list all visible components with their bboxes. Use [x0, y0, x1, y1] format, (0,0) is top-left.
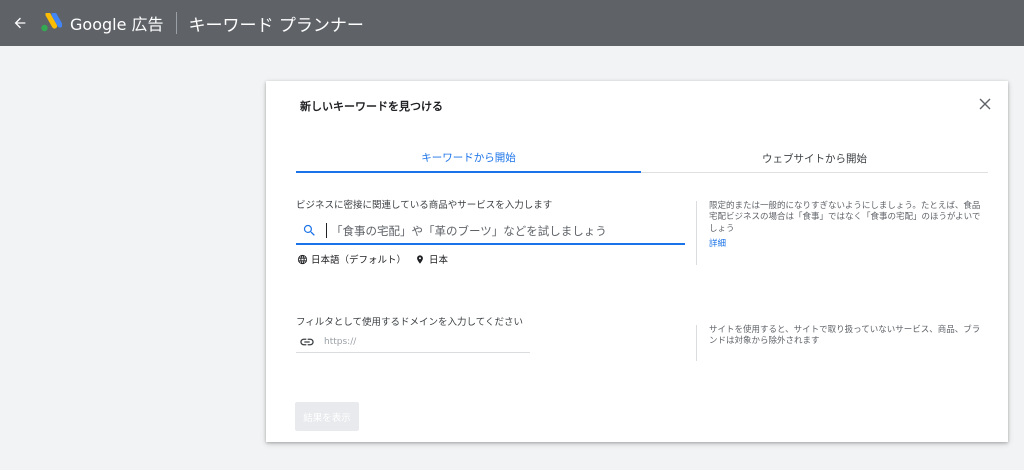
domain-hint-text: サイトを使用すると、サイトで取り扱っていないサービス、商品、ブランドは対象から除…	[709, 325, 981, 347]
tab-start-with-website[interactable]: ウェブサイトから開始	[641, 143, 988, 173]
keyword-input-label: ビジネスに密接に関連している商品やサービスを入力します	[296, 200, 553, 211]
targeting-row: 日本語（デフォルト） 日本	[296, 252, 448, 266]
brand-name: Google 広告	[70, 15, 164, 34]
domain-hint-panel: サイトを使用すると、サイトで取り扱っていないサービス、商品、ブランドは対象から除…	[696, 325, 986, 361]
language-globe-icon	[296, 253, 308, 265]
keyword-hint-panel: 限定的または一般的になりすぎないようにしましょう。たとえば、食品宅配ビジネスの場…	[696, 201, 986, 265]
text-cursor	[326, 223, 327, 238]
top-app-bar: Google 広告 キーワード プランナー	[0, 0, 1024, 46]
tab-start-with-keywords[interactable]: キーワードから開始	[296, 143, 641, 173]
location-selector[interactable]: 日本	[414, 252, 448, 266]
domain-input-label: フィルタとして使用するドメインを入力してください	[296, 317, 523, 328]
language-selector[interactable]: 日本語（デフォルト）	[296, 252, 406, 266]
location-pin-icon	[414, 253, 426, 265]
page-title: キーワード プランナー	[188, 15, 364, 36]
keyword-search-input[interactable]	[331, 219, 671, 242]
close-icon[interactable]	[974, 93, 996, 115]
language-label: 日本語（デフォルト）	[311, 255, 407, 266]
link-icon	[298, 333, 316, 351]
domain-input[interactable]	[324, 332, 514, 351]
search-icon	[298, 220, 320, 242]
keyword-search-field[interactable]	[296, 218, 685, 245]
header-divider	[175, 12, 177, 34]
arrow-left-icon[interactable]	[0, 0, 40, 46]
show-results-button[interactable]: 結果を表示	[295, 402, 359, 431]
keyword-discovery-dialog: 新しいキーワードを見つける キーワードから開始 ウェブサイトから開始 ビジネスに…	[266, 81, 1008, 442]
tab-bar: キーワードから開始 ウェブサイトから開始	[296, 143, 988, 173]
domain-filter-field[interactable]	[296, 331, 530, 353]
learn-more-link[interactable]: 詳細	[709, 239, 726, 250]
dialog-title: 新しいキーワードを見つける	[300, 100, 443, 113]
location-label: 日本	[429, 255, 449, 266]
google-ads-logo-icon[interactable]	[40, 11, 64, 35]
keyword-hint-text: 限定的または一般的になりすぎないようにしましょう。たとえば、食品宅配ビジネスの場…	[709, 201, 981, 234]
